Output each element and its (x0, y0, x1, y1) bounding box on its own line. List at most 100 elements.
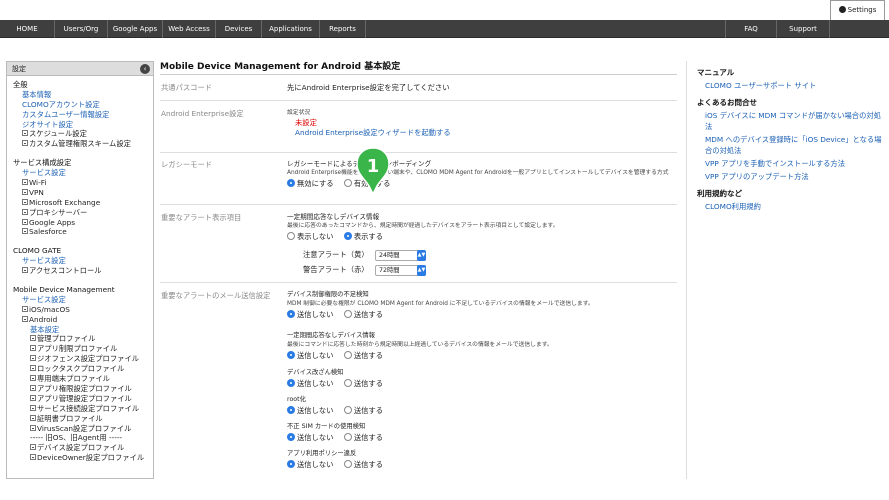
sidebar-item-wifi[interactable]: Wi-Fi (13, 178, 153, 188)
sidebar-item-dedicated-device-profile[interactable]: 専用端末プロファイル (13, 374, 153, 384)
faq-link-vpp-update[interactable]: VPP アプリのアップデート方法 (697, 171, 882, 182)
send-option[interactable]: 送信する (343, 379, 383, 388)
sidebar-item-basic-info[interactable]: 基本情報 (13, 90, 153, 100)
nav-devices[interactable]: Devices (216, 20, 262, 38)
sidebar-item-locktask-profile[interactable]: ロックタスクプロファイル (13, 364, 153, 374)
terms-link[interactable]: CLOMO利用規約 (697, 201, 882, 212)
send-option[interactable]: 送信する (343, 351, 383, 360)
mail-radio-group: 送信しない 送信する (287, 432, 675, 444)
yellow-alert-select[interactable]: 24時間 ▲▼ (375, 249, 426, 261)
nav-settings[interactable]: Settings (830, 0, 885, 20)
sidebar-item-label: アプリ管理設定プロファイル (37, 393, 132, 403)
status-label: 設定状況 (287, 110, 311, 116)
sidebar-item-google-apps[interactable]: Google Apps (13, 218, 153, 228)
alert-display-body: 一定期間応答なしデバイス情報 最後に応答のあったコマンドから、規定時間が経過した… (287, 212, 675, 278)
sidebar-item-label: Salesforce (29, 227, 67, 237)
faq-heading: よくあるお問合せ (697, 98, 757, 107)
mail-radio-group: 送信しない 送信する (287, 309, 675, 321)
sidebar-item-vpn[interactable]: VPN (13, 188, 153, 198)
sidebar-item-device-settings-profile[interactable]: デバイス設定プロファイル (13, 443, 153, 453)
sidebar-item-salesforce[interactable]: Salesforce (13, 227, 153, 237)
no-send-option[interactable]: 送信しない (287, 406, 333, 415)
send-option[interactable]: 送信する (343, 310, 383, 319)
no-send-option[interactable]: 送信しない (287, 351, 333, 360)
red-alert-select[interactable]: 72時間 ▲▼ (375, 264, 426, 276)
sidebar-item-mdm-service-settings[interactable]: サービス設定 (13, 295, 153, 305)
mail-radio-group: 送信しない 送信する (287, 405, 675, 417)
sidebar-item-custom-admin-scheme[interactable]: カスタム管理権限スキーム設定 (13, 139, 153, 149)
expand-icon (30, 424, 36, 431)
sidebar-item-virusscan-profile[interactable]: VirusScan設定プロファイル (13, 424, 153, 434)
mail-settings-body: デバイス制御権限の不足検知 MDM 制御に必要な権限が CLOMO MDM Ag… (287, 290, 675, 476)
sidebar-item-gate-service-settings[interactable]: サービス設定 (13, 256, 153, 266)
sidebar-item-label: アクセスコントロール (29, 266, 102, 276)
sidebar-item-label: DeviceOwner設定プロファイル (37, 453, 145, 463)
sidebar-item-deviceowner-profile[interactable]: DeviceOwner設定プロファイル (13, 453, 153, 463)
gear-icon (838, 6, 846, 13)
send-option[interactable]: 送信する (343, 406, 383, 415)
option-label: 送信しない (297, 310, 334, 319)
nav-faq[interactable]: FAQ (725, 20, 777, 38)
expand-icon (30, 454, 36, 461)
no-send-option[interactable]: 送信しない (287, 310, 333, 319)
send-option[interactable]: 送信する (343, 460, 383, 469)
sidebar-item-service-settings[interactable]: サービス設定 (13, 168, 153, 178)
collapse-icon (22, 315, 28, 322)
user-support-link[interactable]: CLOMO ユーザーサポート サイト (697, 80, 882, 91)
passcode-value: 先にAndroid Enterprise設定を完了してください (287, 83, 450, 92)
sidebar-item-custom-user-info[interactable]: カスタムユーザー情報設定 (13, 110, 153, 120)
nav-reports[interactable]: Reports (320, 20, 366, 38)
alert-show-option[interactable]: 表示する (343, 232, 383, 241)
alert-hide-option[interactable]: 表示しない (287, 232, 333, 241)
radio-selected-icon (287, 179, 295, 187)
sidebar-item-app-restriction-profile[interactable]: アプリ制限プロファイル (13, 344, 153, 354)
sidebar-header: 設定 ‹ (7, 62, 153, 76)
help-panel: マニュアル CLOMO ユーザーサポート サイト よくあるお問合せ iOS デバ… (686, 61, 882, 479)
sidebar-section-general: 全般 (13, 80, 28, 89)
alert-radio-group: 表示しない 表示する (287, 231, 675, 243)
sidebar-item-app-permission-profile[interactable]: アプリ権限設定プロファイル (13, 384, 153, 394)
faq-link-ios-device[interactable]: MDM へのデバイス登録時に「iOS Device」となる場合の対処法 (697, 134, 882, 156)
expand-icon (22, 305, 28, 312)
nav-users-org[interactable]: Users/Org (55, 20, 108, 38)
mail-radio-group: 送信しない 送信する (287, 459, 675, 471)
sidebar-item-app-management-profile[interactable]: アプリ管理設定プロファイル (13, 394, 153, 404)
sidebar-item-geosite[interactable]: ジオサイト設定 (13, 120, 153, 130)
ae-wizard-link[interactable]: Android Enterprise設定ウィザードを起動する (287, 128, 675, 138)
sidebar-item-access-control[interactable]: アクセスコントロール (13, 266, 153, 276)
radio-selected-icon (343, 232, 352, 240)
nav-home[interactable]: HOME (0, 20, 55, 38)
sidebar-item-android[interactable]: Android (13, 315, 153, 325)
collapse-sidebar-icon[interactable]: ‹ (140, 64, 150, 74)
sidebar-item-service-connection-profile[interactable]: サービス接続設定プロファイル (13, 404, 153, 414)
mail-item-description: 最後にコマンドに応答した時刻から規定時間以上経過しているデバイスの情報をメールで… (287, 342, 553, 348)
sidebar-item-exchange[interactable]: Microsoft Exchange (13, 198, 153, 208)
faq-link-vpp-install[interactable]: VPP アプリを手動でインストールする方法 (697, 158, 882, 169)
no-send-option[interactable]: 送信しない (287, 379, 333, 388)
mail-item-no-response: 一定期間応答なしデバイス情報 最後にコマンドに応答した時刻から規定時間以上経過し… (287, 331, 675, 368)
sidebar-item-proxy[interactable]: プロキシサーバー (13, 208, 153, 218)
mail-settings-label: 重要なアラートのメール送信設定 (161, 291, 271, 300)
sidebar-item-clomo-account[interactable]: CLOMOアカウント設定 (13, 100, 153, 110)
no-send-option[interactable]: 送信しない (287, 433, 333, 442)
sidebar-item-certificate-profile[interactable]: 証明書プロファイル (13, 414, 153, 424)
sidebar-item-label: 専用端末プロファイル (37, 374, 110, 384)
sidebar-item-ios-macos[interactable]: iOS/macOS (13, 305, 153, 315)
sidebar-item-management-profile[interactable]: 管理プロファイル (13, 334, 153, 344)
select-arrows-icon: ▲▼ (417, 249, 426, 261)
sidebar-legacy-divider: ----- 旧OS、旧Agent用 ----- (30, 433, 123, 443)
sidebar-item-android-basic[interactable]: 基本設定 (13, 325, 153, 335)
nav-applications[interactable]: Applications (262, 20, 320, 38)
sidebar-item-geofence-profile[interactable]: ジオフェンス設定プロファイル (13, 354, 153, 364)
main-navigation: HOME Users/Org Google Apps Web Access De… (0, 20, 889, 38)
no-send-option[interactable]: 送信しない (287, 460, 333, 469)
nav-google-apps[interactable]: Google Apps (108, 20, 163, 38)
sidebar-item-schedule[interactable]: スケジュール設定 (13, 129, 153, 139)
faq-link-mdm-command[interactable]: iOS デバイスに MDM コマンドが届かない場合の対処法 (697, 110, 882, 132)
expand-icon (22, 198, 28, 205)
passcode-row: 共通パスコード 先にAndroid Enterprise設定を完了してください (160, 75, 677, 101)
nav-web-access[interactable]: Web Access (163, 20, 216, 38)
send-option[interactable]: 送信する (343, 433, 383, 442)
legacy-disable-option[interactable]: 無効にする (287, 179, 334, 188)
nav-support[interactable]: Support (777, 20, 830, 38)
